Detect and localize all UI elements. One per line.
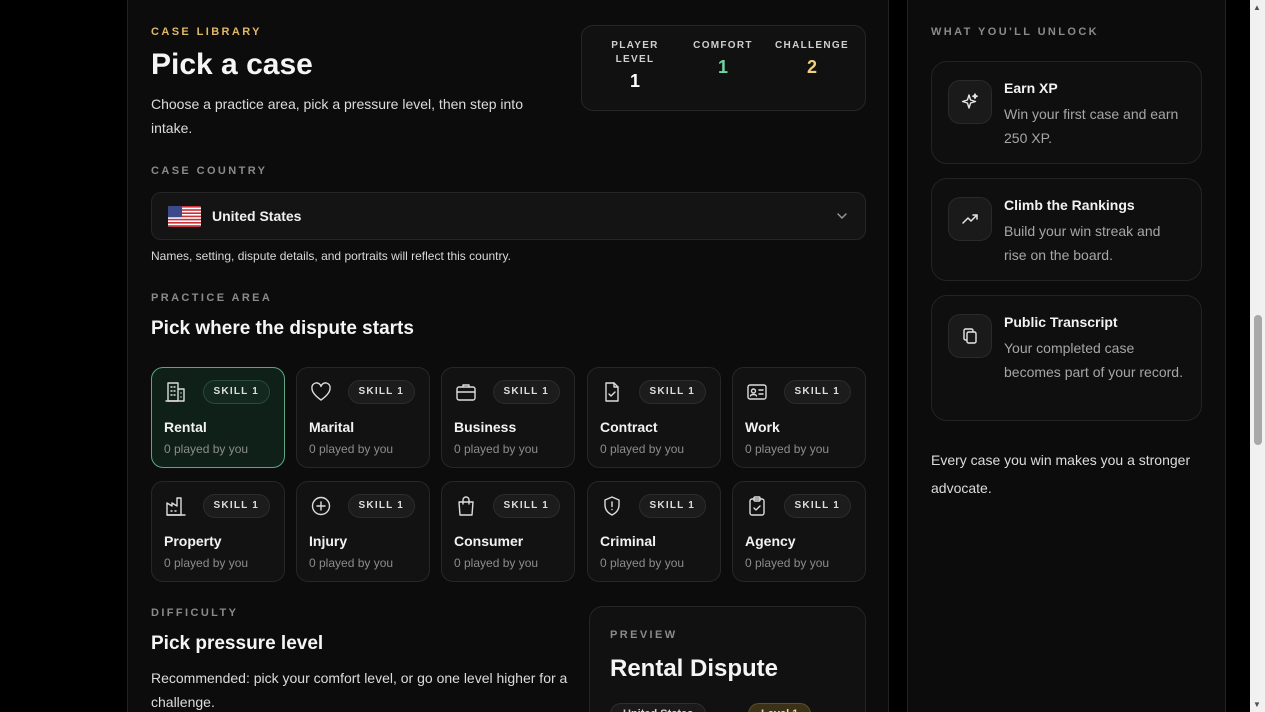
unlock-card-body: Win your first case and earn 250 XP. [1004,106,1179,146]
stat-label: COMFORT [693,40,753,51]
skill-badge: SKILL 1 [783,380,851,404]
unlock-card-transcript: Public Transcript Your completed case be… [931,295,1202,421]
practice-tile-played: 0 played by you [454,556,539,570]
case-preview: PREVIEW Rental Dispute United States Lev… [589,606,866,712]
skill-badge: SKILL 1 [492,380,560,404]
trending-up-icon [948,197,992,241]
difficulty-text: Recommended: pick your comfort level, or… [151,670,568,710]
practice-tile-played: 0 played by you [164,442,249,456]
practice-tile-property[interactable]: SKILL 1 Property 0 played by you [151,481,285,582]
building-icon [164,380,188,404]
practice-tile-work[interactable]: SKILL 1 Work 0 played by you [732,367,866,468]
practice-tile-name: Injury [309,533,348,549]
practice-tile-name: Property [164,533,222,549]
skill-badge: SKILL 1 [638,380,706,404]
scroll-thumb[interactable] [1254,315,1262,445]
preview-country-pill: United States [610,703,707,712]
skill-badge: SKILL 1 [347,380,415,404]
skill-badge: SKILL 1 [492,494,560,518]
unlock-card-body: Build your win streak and rise on the bo… [1004,223,1161,263]
page-subtitle: Choose a practice area, pick a pressure … [151,96,523,136]
unlock-footer-note: Every case you win makes you a stronger … [931,452,1191,496]
clipboard-check-icon [745,494,769,518]
player-stats: PLAYER LEVEL 1 COMFORT 1 CHALLENGE 2 [581,25,866,111]
unlock-card-body: Your completed case becomes part of your… [1004,340,1183,380]
unlock-card-title: Earn XP [1004,80,1058,96]
practice-tile-name: Rental [164,419,207,435]
practice-tile-name: Consumer [454,533,524,549]
practice-tile-rental[interactable]: SKILL 1 Rental 0 played by you [151,367,285,468]
practice-tile-injury[interactable]: SKILL 1 Injury 0 played by you [296,481,430,582]
practice-tile-name: Agency [745,533,796,549]
practice-tile-contract[interactable]: SKILL 1 Contract 0 played by you [587,367,721,468]
stat-challenge: CHALLENGE 2 [767,39,857,78]
practice-tile-name: Business [454,419,517,435]
case-library-eyebrow: CASE LIBRARY [151,26,262,38]
unlock-card-title: Public Transcript [1004,314,1118,330]
stat-value: 1 [717,57,728,77]
shield-alert-icon [600,494,624,518]
practice-tile-played: 0 played by you [454,442,539,456]
practice-tile-name: Work [745,419,780,435]
unlock-label: WHAT YOU'LL UNLOCK [931,26,1100,38]
shopping-bag-icon [454,494,478,518]
preview-level-pill: Level 1 [748,703,812,712]
practice-tile-marital[interactable]: SKILL 1 Marital 0 played by you [296,367,430,468]
skill-badge: SKILL 1 [202,494,270,518]
difficulty-label: DIFFICULTY [151,607,239,619]
scroll-up-icon[interactable]: ▲ [1253,3,1261,12]
briefcase-icon [454,380,478,404]
plus-circle-icon [309,494,333,518]
practice-area-title: Pick where the dispute starts [151,318,414,339]
difficulty-title: Pick pressure level [151,633,324,654]
stat-player-level: PLAYER LEVEL 1 [590,39,680,92]
practice-tile-played: 0 played by you [745,442,830,456]
stat-value: 2 [806,57,817,77]
skill-badge: SKILL 1 [783,494,851,518]
heart-icon [309,380,333,404]
country-hint: Names, setting, dispute details, and por… [151,249,511,263]
practice-tile-name: Contract [600,419,658,435]
practice-tile-agency[interactable]: SKILL 1 Agency 0 played by you [732,481,866,582]
factory-icon [164,494,188,518]
file-check-icon [600,380,624,404]
practice-tile-played: 0 played by you [745,556,830,570]
chevron-down-icon [835,209,849,228]
practice-tile-played: 0 played by you [309,556,394,570]
practice-tile-criminal[interactable]: SKILL 1 Criminal 0 played by you [587,481,721,582]
practice-tile-played: 0 played by you [600,556,685,570]
case-country-label: CASE COUNTRY [151,165,268,177]
stat-comfort: COMFORT 1 [678,39,768,78]
unlock-card-earn-xp: Earn XP Win your first case and earn 250… [931,61,1202,164]
practice-tile-name: Marital [309,419,355,435]
unlock-card-rankings: Climb the Rankings Build your win streak… [931,178,1202,281]
skill-badge: SKILL 1 [638,494,706,518]
skill-badge: SKILL 1 [202,380,270,404]
practice-tile-business[interactable]: SKILL 1 Business 0 played by you [441,367,575,468]
id-card-icon [745,380,769,404]
scroll-down-icon[interactable]: ▼ [1253,700,1261,709]
page-scrollbar[interactable]: ▲ ▼ [1250,0,1265,712]
practice-tile-consumer[interactable]: SKILL 1 Consumer 0 played by you [441,481,575,582]
practice-tile-played: 0 played by you [164,556,249,570]
preview-title: Rental Dispute [610,655,779,682]
stat-label: CHALLENGE [775,40,849,51]
copy-icon [948,314,992,358]
practice-tile-played: 0 played by you [600,442,685,456]
practice-tile-played: 0 played by you [309,442,394,456]
page-title: Pick a case [151,48,313,81]
stat-label: PLAYER LEVEL [611,40,659,65]
practice-tile-name: Criminal [600,533,657,549]
practice-area-label: PRACTICE AREA [151,292,273,304]
selected-country: United States [212,208,302,224]
unlock-card-title: Climb the Rankings [1004,197,1135,213]
country-select[interactable]: United States [151,192,866,240]
skill-badge: SKILL 1 [347,494,415,518]
stat-value: 1 [629,71,640,91]
us-flag-icon [168,206,201,227]
sparkles-icon [948,80,992,124]
preview-label: PREVIEW [610,629,678,641]
